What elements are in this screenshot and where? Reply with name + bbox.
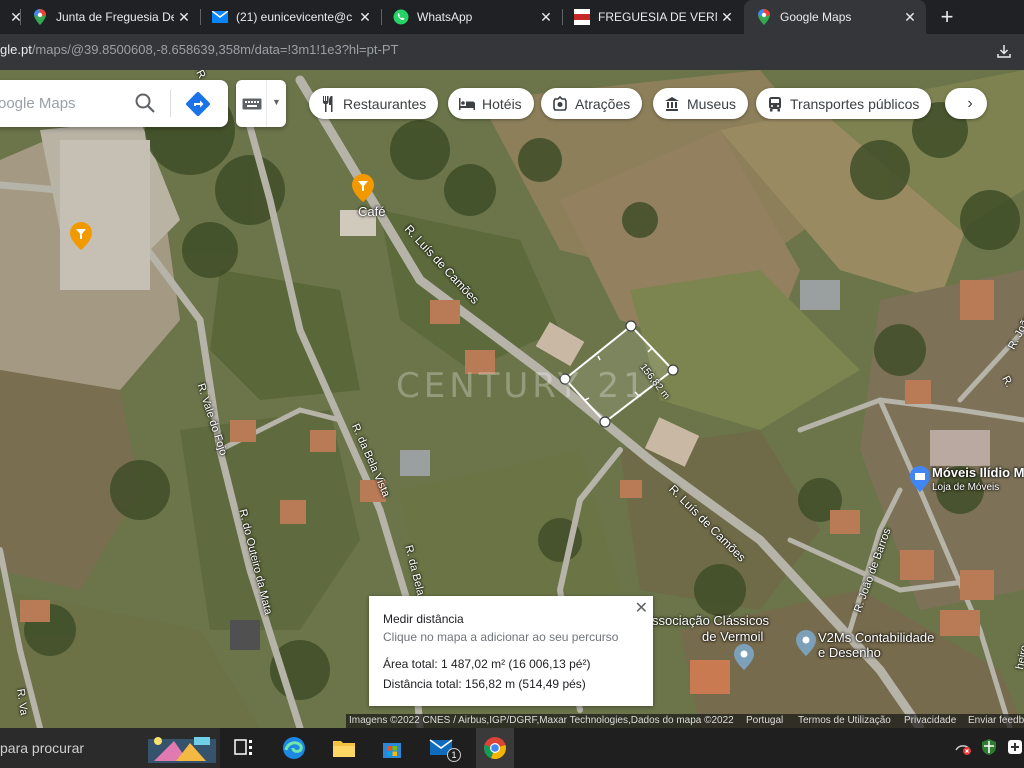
chip-label: Restaurantes bbox=[343, 95, 427, 112]
place-pin-icon[interactable] bbox=[734, 644, 754, 670]
task-view-icon[interactable] bbox=[230, 734, 258, 762]
chip-attractions[interactable]: Atrações bbox=[541, 88, 643, 119]
mail-icon bbox=[212, 9, 228, 25]
measure-hint: Clique no mapa a adicionar ao seu percur… bbox=[383, 630, 619, 644]
whatsapp-icon bbox=[393, 9, 409, 25]
windows-taskbar: para procurar 1 bbox=[0, 728, 1024, 768]
museum-icon bbox=[663, 95, 681, 113]
bus-icon bbox=[766, 95, 784, 113]
close-icon[interactable]: ✕ bbox=[900, 9, 920, 26]
chevron-down-icon[interactable]: ▼ bbox=[272, 97, 281, 107]
poi-sublabel-moveis: Loja de Móveis bbox=[932, 482, 1000, 493]
google-maps-icon bbox=[756, 9, 772, 25]
privacy-link[interactable]: Privacidade bbox=[904, 715, 956, 726]
chip-hotels[interactable]: Hotéis bbox=[448, 88, 534, 119]
chips-next-button[interactable]: › bbox=[945, 88, 987, 119]
cafe-pin-icon[interactable] bbox=[352, 174, 374, 202]
poi-label-cafe[interactable]: Café bbox=[358, 204, 385, 219]
chip-museums[interactable]: Museus bbox=[653, 88, 749, 119]
input-tools-button[interactable]: ▼ bbox=[236, 80, 286, 127]
country-link[interactable]: Portugal bbox=[746, 715, 783, 726]
tab-title: (21) eunicevicente@c bbox=[236, 10, 353, 24]
century21-watermark: CENTURY 21 bbox=[396, 366, 649, 406]
measure-area: Área total: 1 487,02 m² (16 006,13 pé²) bbox=[383, 657, 591, 671]
store-pin-icon[interactable] bbox=[910, 466, 930, 492]
search-input[interactable]: oogle Maps bbox=[0, 95, 76, 112]
poi-label-associacao-2[interactable]: de Vermoil bbox=[702, 629, 763, 644]
search-highlight-illustration bbox=[148, 737, 216, 763]
chevron-right-icon[interactable]: › bbox=[957, 88, 983, 119]
measure-distance: Distância total: 156,82 m (514,49 pés) bbox=[383, 677, 586, 691]
tab-0[interactable]: ✕ bbox=[0, 0, 22, 34]
security-shield-icon[interactable] bbox=[980, 738, 998, 756]
chip-label: Transportes públicos bbox=[790, 95, 920, 112]
directions-icon[interactable] bbox=[186, 92, 210, 116]
tab-google-maps[interactable]: Google Maps ✕ bbox=[744, 0, 926, 34]
url-domain: gle.pt bbox=[0, 42, 32, 57]
tab-title: WhatsApp bbox=[417, 10, 473, 24]
url-path: /maps/@39.8500608,-8.658639,358m/data=!3… bbox=[31, 42, 399, 57]
close-icon[interactable]: ✕ bbox=[536, 9, 556, 26]
url-text[interactable]: gle.pt/maps/@39.8500608,-8.658639,358m/d… bbox=[0, 42, 398, 57]
browser-tab-strip: ✕ Junta de Freguesia De ✕ (21) eunicevic… bbox=[0, 0, 1024, 34]
chip-label: Museus bbox=[687, 95, 737, 112]
site-favicon bbox=[574, 9, 590, 25]
measure-title: Medir distância bbox=[383, 612, 464, 626]
google-maps-icon bbox=[32, 9, 48, 25]
bed-icon bbox=[458, 95, 476, 113]
chip-restaurants[interactable]: Restaurantes bbox=[309, 88, 439, 119]
close-icon[interactable]: ✕ bbox=[355, 9, 375, 26]
download-icon[interactable] bbox=[996, 43, 1012, 59]
camera-icon bbox=[551, 95, 569, 113]
tab-junta-freguesia[interactable]: Junta de Freguesia De ✕ bbox=[20, 0, 200, 34]
tab-mail[interactable]: (21) eunicevicente@c ✕ bbox=[200, 0, 381, 34]
network-icon[interactable] bbox=[954, 738, 972, 756]
poi-label-v2ms-2[interactable]: e Desenho bbox=[818, 645, 881, 660]
measure-distance-panel: Medir distância Clique no mapa a adicion… bbox=[369, 596, 653, 706]
edge-icon[interactable] bbox=[280, 734, 308, 762]
maps-search-box[interactable]: oogle Maps bbox=[0, 80, 228, 127]
kbd-divider bbox=[266, 80, 267, 127]
terms-link[interactable]: Termos de Utilização bbox=[798, 715, 891, 726]
new-tab-button[interactable]: + bbox=[934, 4, 960, 30]
taskbar-search[interactable]: para procurar bbox=[0, 728, 220, 768]
chrome-icon[interactable] bbox=[481, 734, 509, 762]
search-icon[interactable] bbox=[134, 92, 156, 114]
mail-badge: 1 bbox=[447, 748, 461, 762]
tab-title: Google Maps bbox=[780, 10, 852, 24]
map-attribution-bar: Imagens ©2022 CNES / Airbus,IGP/DGRF,Max… bbox=[346, 714, 1024, 728]
chip-transit[interactable]: Transportes públicos bbox=[756, 88, 932, 119]
fork-knife-icon bbox=[319, 95, 337, 113]
tab-whatsapp[interactable]: WhatsApp ✕ bbox=[381, 0, 562, 34]
close-icon[interactable]: ✕ bbox=[174, 9, 194, 26]
taskbar-search-text: para procurar bbox=[0, 740, 85, 756]
bar-pin-icon[interactable] bbox=[70, 222, 92, 250]
chip-label: Atrações bbox=[575, 95, 631, 112]
tab-freguesia[interactable]: FREGUESIA DE VERMO ✕ bbox=[562, 0, 743, 34]
file-explorer-icon[interactable] bbox=[330, 734, 358, 762]
close-icon[interactable]: ✕ bbox=[717, 9, 737, 26]
search-divider bbox=[170, 90, 171, 117]
poi-label-associacao[interactable]: ssociação Clássicos bbox=[652, 613, 769, 628]
place-pin-icon[interactable] bbox=[796, 630, 816, 656]
feedback-link[interactable]: Enviar feedba bbox=[968, 715, 1024, 726]
chip-label: Hotéis bbox=[482, 95, 522, 112]
app-tray-icon[interactable] bbox=[1006, 738, 1024, 756]
map-canvas[interactable]: 156,82 m CENTURY 21 R. Luís de Camões R.… bbox=[0, 70, 1024, 728]
poi-label-v2ms[interactable]: V2Ms Contabilidade bbox=[818, 630, 934, 645]
keyboard-icon[interactable] bbox=[242, 98, 262, 110]
poi-label-moveis[interactable]: Móveis Ilídio M bbox=[932, 465, 1024, 480]
tab-title: Junta de Freguesia De bbox=[56, 10, 174, 24]
close-icon[interactable]: ✕ bbox=[635, 598, 648, 618]
store-icon[interactable] bbox=[378, 734, 406, 762]
address-bar[interactable]: gle.pt/maps/@39.8500608,-8.658639,358m/d… bbox=[0, 34, 1024, 70]
tab-title: FREGUESIA DE VERMO bbox=[598, 10, 717, 24]
imagery-credit: Imagens ©2022 CNES / Airbus,IGP/DGRF,Max… bbox=[349, 715, 734, 726]
